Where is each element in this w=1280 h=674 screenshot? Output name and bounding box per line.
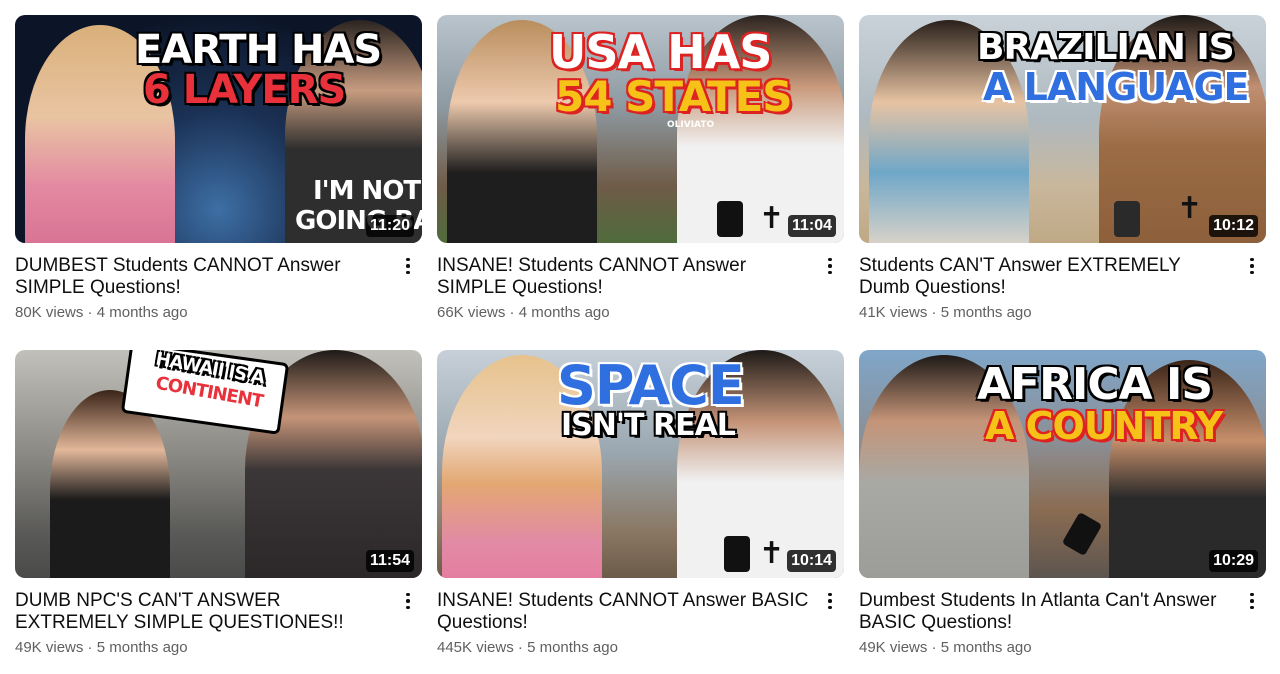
cross-icon: ✝ — [759, 202, 785, 235]
thumbnail-overlay-line2: A COUNTRY — [985, 404, 1223, 448]
view-count: 80K views — [15, 304, 84, 321]
shirt-text-line1: I'M NOT — [313, 176, 421, 206]
microphone-icon — [1114, 201, 1140, 237]
video-stats: 41K views · 5 months ago — [859, 304, 1236, 321]
video-duration: 10:12 — [1209, 215, 1258, 237]
video-card[interactable]: SPACE ISN'T REAL ✝ 10:14 INSANE! Student… — [437, 350, 844, 667]
cross-icon: ✝ — [759, 537, 785, 570]
more-options-icon[interactable] — [822, 255, 838, 277]
thumbnail-overlay-line2: A LANGUAGE — [983, 65, 1249, 109]
separator-dot: · — [931, 304, 937, 321]
video-thumbnail[interactable]: USA HAS 54 STATES OLIVIATO ✝ 11:04 — [437, 15, 844, 243]
more-options-icon[interactable] — [822, 590, 838, 612]
video-stats: 445K views · 5 months ago — [437, 639, 814, 656]
upload-age: 5 months ago — [527, 639, 618, 656]
microphone-icon — [724, 536, 750, 572]
video-title[interactable]: DUMB NPC'S CAN'T ANSWER EXTREMELY SIMPLE… — [15, 590, 392, 634]
video-meta: DUMBEST Students CANNOT Answer SIMPLE Qu… — [15, 243, 422, 321]
video-grid: EARTH HAS 6 LAYERS I'M NOT GOING BAD 11:… — [15, 15, 1267, 667]
video-meta: DUMB NPC'S CAN'T ANSWER EXTREMELY SIMPLE… — [15, 578, 422, 656]
separator-dot: · — [509, 304, 515, 321]
upload-age: 5 months ago — [96, 639, 188, 656]
thumbnail-overlay-line1: USA HAS — [549, 25, 772, 79]
separator-dot: · — [517, 639, 523, 656]
view-count: 41K views — [859, 304, 928, 321]
video-card[interactable]: USA HAS 54 STATES OLIVIATO ✝ 11:04 INSAN… — [437, 15, 844, 332]
video-duration: 11:20 — [365, 215, 414, 237]
video-duration: 11:54 — [365, 550, 414, 572]
separator-dot: · — [931, 639, 937, 656]
thumbnail-person-left — [50, 390, 170, 578]
video-meta: INSANE! Students CANNOT Answer SIMPLE Qu… — [437, 243, 844, 321]
more-options-icon[interactable] — [400, 590, 416, 612]
video-card[interactable]: BRAZILIAN IS A LANGUAGE ✝ 10:12 Students… — [859, 15, 1266, 332]
video-title[interactable]: Dumbest Students In Atlanta Can't Answer… — [859, 590, 1236, 634]
video-duration: 10:29 — [1209, 550, 1258, 572]
video-thumbnail[interactable]: SPACE ISN'T REAL ✝ 10:14 — [437, 350, 844, 578]
microphone-icon — [717, 201, 743, 237]
video-stats: 66K views · 4 months ago — [437, 304, 814, 321]
video-stats: 49K views · 5 months ago — [15, 639, 392, 656]
video-thumbnail[interactable]: HAWAII IS A CONTINENT 11:54 — [15, 350, 422, 578]
cross-icon: ✝ — [1177, 192, 1203, 225]
thumbnail-overlay-line2: 54 STATES — [555, 72, 793, 121]
video-stats: 80K views · 4 months ago — [15, 304, 392, 321]
separator-dot: · — [87, 304, 93, 321]
video-meta: Dumbest Students In Atlanta Can't Answer… — [859, 578, 1266, 656]
more-options-icon[interactable] — [1244, 590, 1260, 612]
video-duration: 10:14 — [787, 550, 836, 572]
more-options-icon[interactable] — [1244, 255, 1260, 277]
upload-age: 5 months ago — [940, 304, 1032, 321]
video-thumbnail[interactable]: EARTH HAS 6 LAYERS I'M NOT GOING BAD 11:… — [15, 15, 422, 243]
view-count: 445K views — [437, 639, 514, 656]
view-count: 66K views — [437, 304, 506, 321]
thumbnail-overlay-line1: AFRICA IS — [977, 359, 1213, 410]
video-title[interactable]: DUMBEST Students CANNOT Answer SIMPLE Qu… — [15, 255, 392, 299]
video-card[interactable]: EARTH HAS 6 LAYERS I'M NOT GOING BAD 11:… — [15, 15, 422, 332]
view-count: 49K views — [859, 639, 928, 656]
upload-age: 4 months ago — [518, 304, 610, 321]
video-title[interactable]: INSANE! Students CANNOT Answer SIMPLE Qu… — [437, 255, 814, 299]
thumbnail-overlay-line1: BRAZILIAN IS — [977, 27, 1235, 68]
thumbnail-overlay-line1: SPACE — [557, 354, 745, 417]
view-count: 49K views — [15, 639, 84, 656]
video-card[interactable]: HAWAII IS A CONTINENT 11:54 DUMB NPC'S C… — [15, 350, 422, 667]
video-stats: 49K views · 5 months ago — [859, 639, 1236, 656]
more-options-icon[interactable] — [400, 255, 416, 277]
video-meta: Students CAN'T Answer EXTREMELY Dumb Que… — [859, 243, 1266, 321]
thumbnail-overlay-line2: 6 LAYERS — [143, 67, 346, 113]
upload-age: 5 months ago — [940, 639, 1032, 656]
upload-age: 4 months ago — [96, 304, 188, 321]
thumbnail-overlay-line1: EARTH HAS — [135, 27, 382, 73]
video-thumbnail[interactable]: BRAZILIAN IS A LANGUAGE ✝ 10:12 — [859, 15, 1266, 243]
video-meta: INSANE! Students CANNOT Answer BASIC Que… — [437, 578, 844, 656]
video-card[interactable]: AFRICA IS A COUNTRY 10:29 Dumbest Studen… — [859, 350, 1266, 667]
video-duration: 11:04 — [787, 215, 836, 237]
building-sign: OLIVIATO — [667, 120, 715, 130]
video-title[interactable]: Students CAN'T Answer EXTREMELY Dumb Que… — [859, 255, 1236, 299]
thumbnail-overlay-line2: ISN'T REAL — [561, 408, 736, 443]
video-title[interactable]: INSANE! Students CANNOT Answer BASIC Que… — [437, 590, 814, 634]
video-thumbnail[interactable]: AFRICA IS A COUNTRY 10:29 — [859, 350, 1266, 578]
separator-dot: · — [87, 639, 93, 656]
